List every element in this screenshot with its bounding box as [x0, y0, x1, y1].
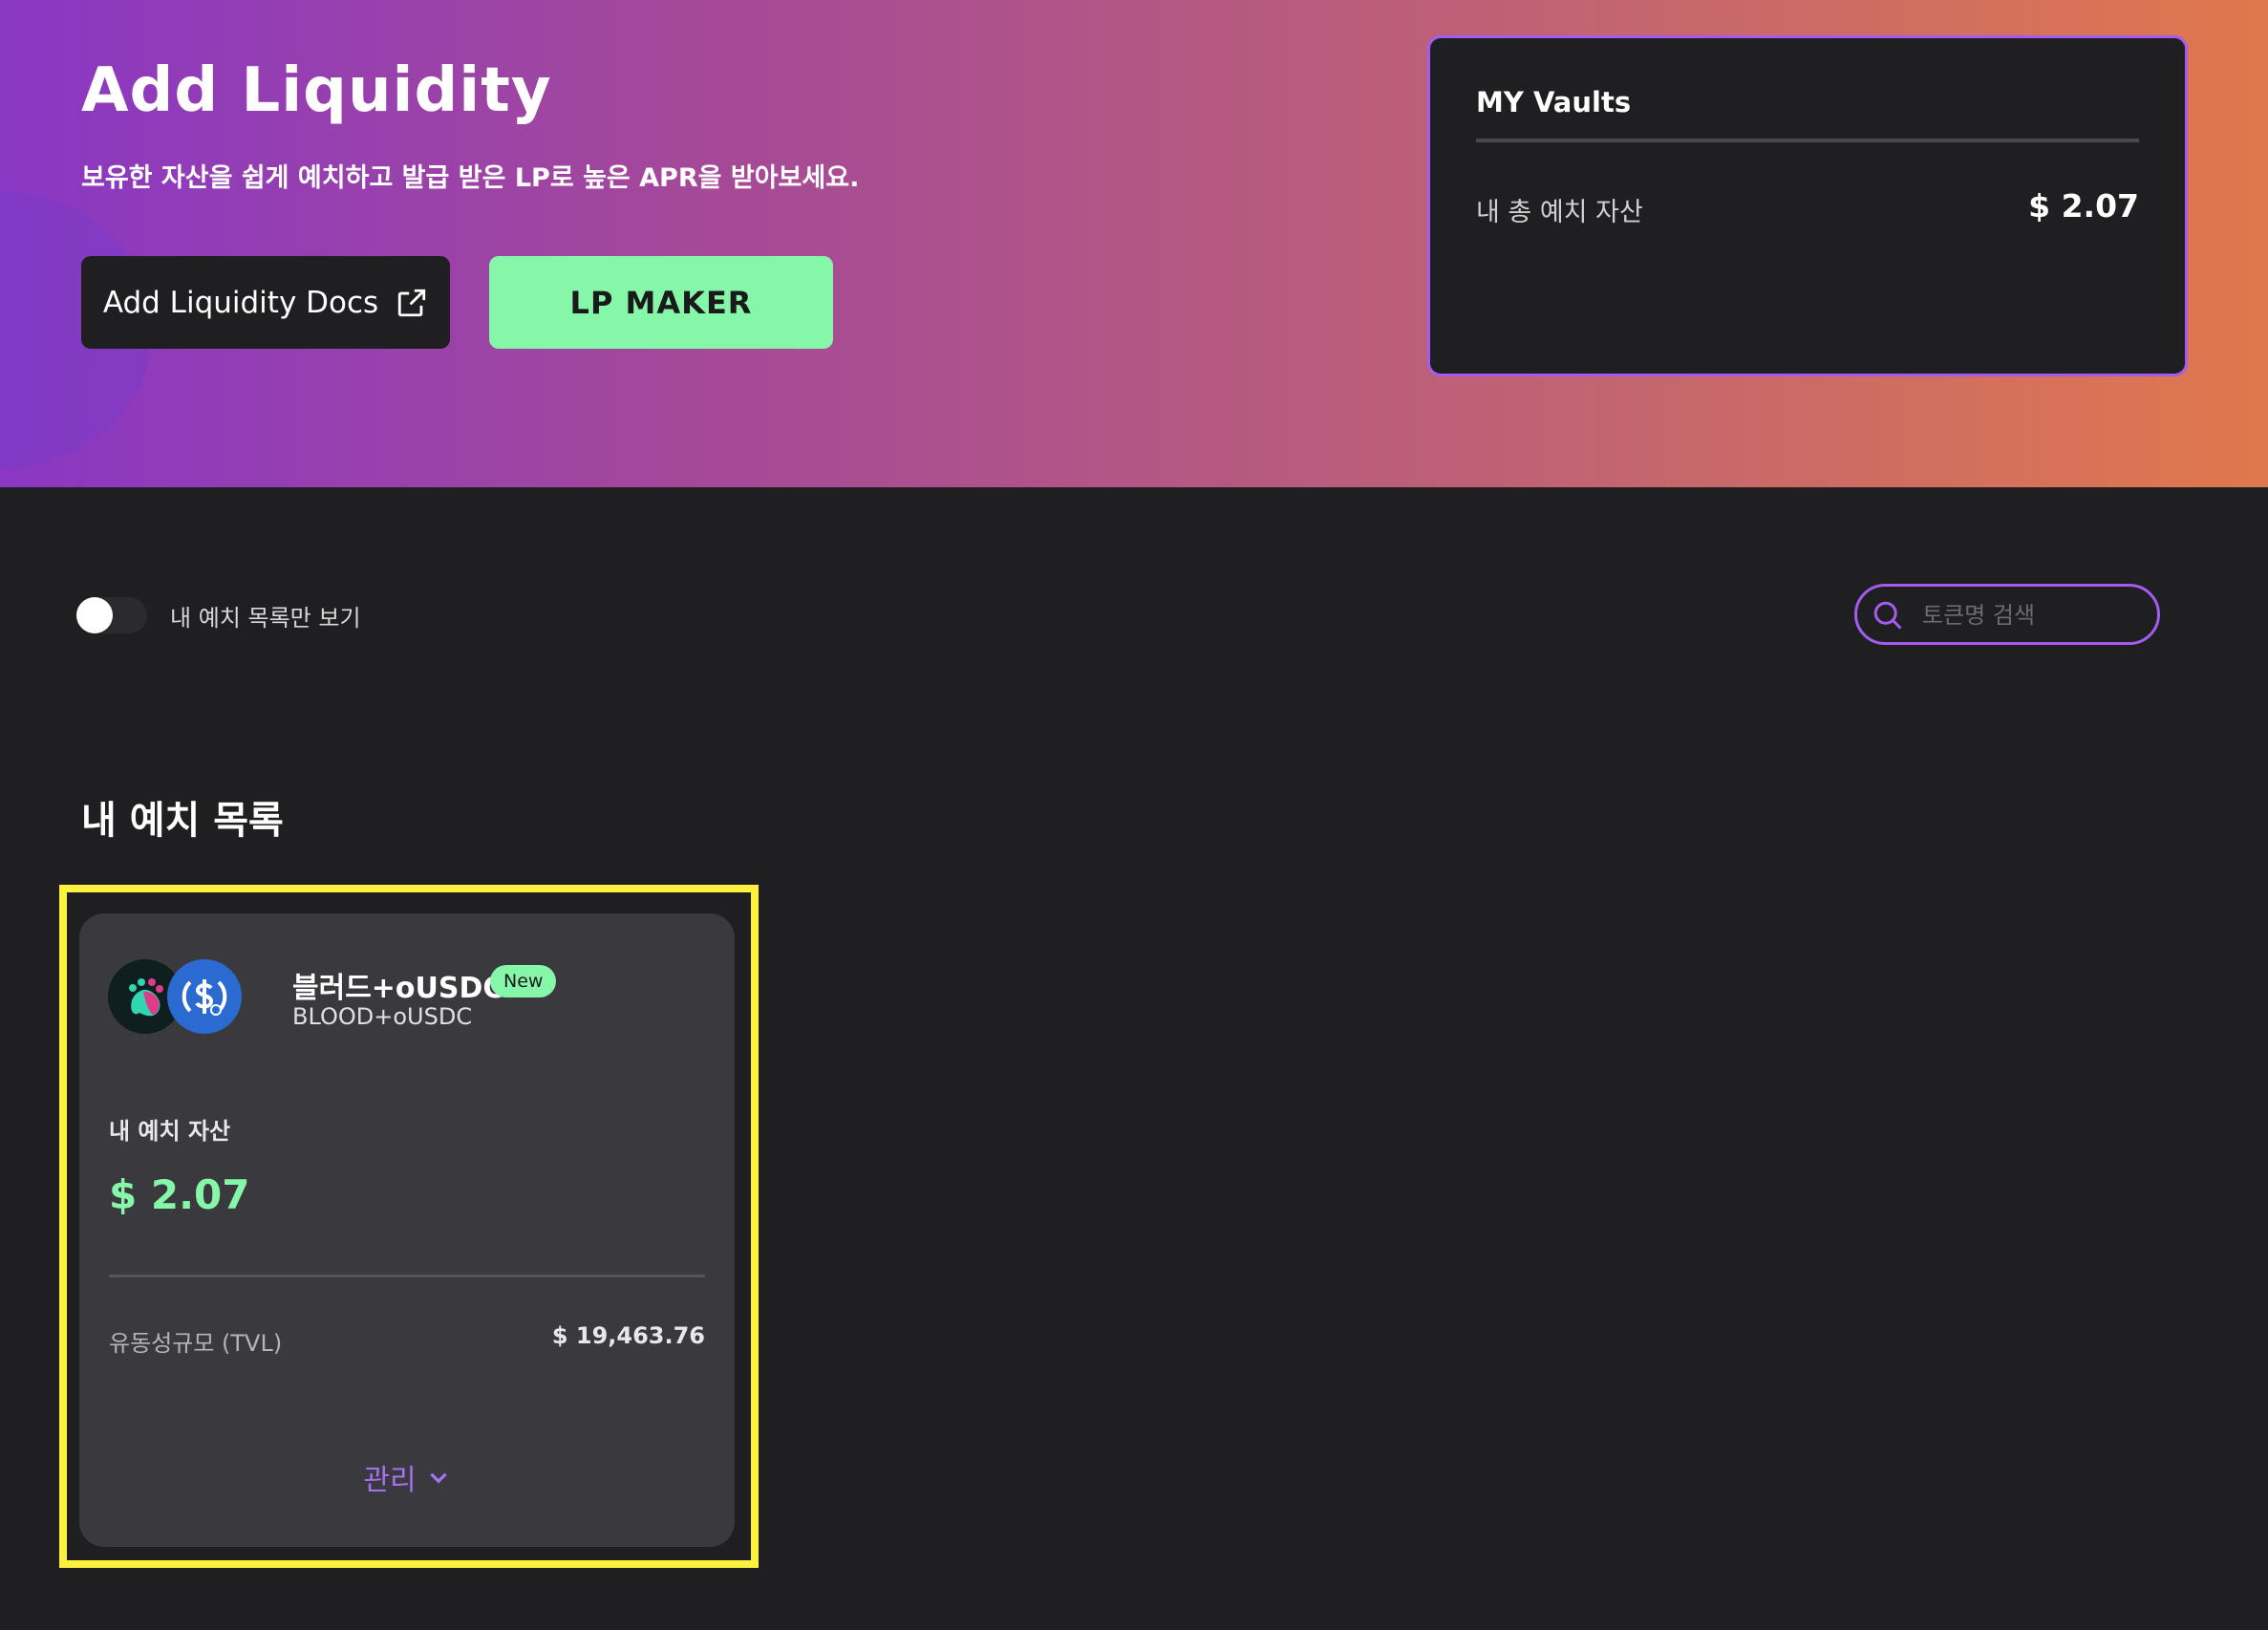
total-deposit-value: $ 2.07: [2028, 187, 2139, 225]
vaults-divider: [1476, 139, 2139, 142]
docs-button-label: Add Liquidity Docs: [102, 285, 379, 320]
add-liquidity-docs-button[interactable]: Add Liquidity Docs: [81, 256, 450, 349]
token-search[interactable]: [1854, 584, 2160, 645]
manage-label: 관리: [363, 1464, 417, 1497]
chevron-down-icon: [429, 1472, 447, 1484]
vaults-title: MY Vaults: [1476, 86, 1632, 118]
tvl-label: 유동성규모 (TVL): [109, 1330, 283, 1357]
total-deposit-label: 내 총 예치 자산: [1476, 198, 1643, 227]
manage-button[interactable]: 관리: [79, 1456, 735, 1498]
usdc-token-icon: [167, 959, 242, 1034]
pool-symbol: BLOOD+oUSDC: [292, 1003, 473, 1030]
my-deposit-value: $ 2.07: [109, 1171, 250, 1218]
search-input[interactable]: [1920, 596, 2144, 634]
my-vaults-panel: MY Vaults 내 총 예치 자산 $ 2.07: [1427, 35, 2188, 376]
section-title: 내 예치 목록: [81, 799, 284, 843]
external-link-icon: [398, 289, 426, 316]
lp-maker-button[interactable]: LP MAKER: [489, 256, 833, 349]
my-deposits-toggle-label: 내 예치 목록만 보기: [170, 605, 361, 632]
my-deposits-toggle[interactable]: [76, 597, 147, 633]
new-badge: New: [490, 965, 557, 997]
pool-name: 블러드+oUSDC: [292, 972, 504, 1005]
pool-card[interactable]: 블러드+oUSDC New BLOOD+oUSDC 내 예치 자산 $ 2.07…: [79, 913, 735, 1547]
tvl-value: $ 19,463.76: [551, 1322, 705, 1349]
page-title: Add Liquidity: [81, 55, 552, 126]
toggle-knob: [76, 597, 113, 633]
card-divider: [109, 1275, 705, 1277]
my-deposit-label: 내 예치 자산: [109, 1118, 231, 1145]
page-subtitle: 보유한 자산을 쉽게 예치하고 발급 받은 LP로 높은 APR을 받아보세요.: [81, 163, 860, 193]
search-icon: [1873, 601, 1902, 630]
